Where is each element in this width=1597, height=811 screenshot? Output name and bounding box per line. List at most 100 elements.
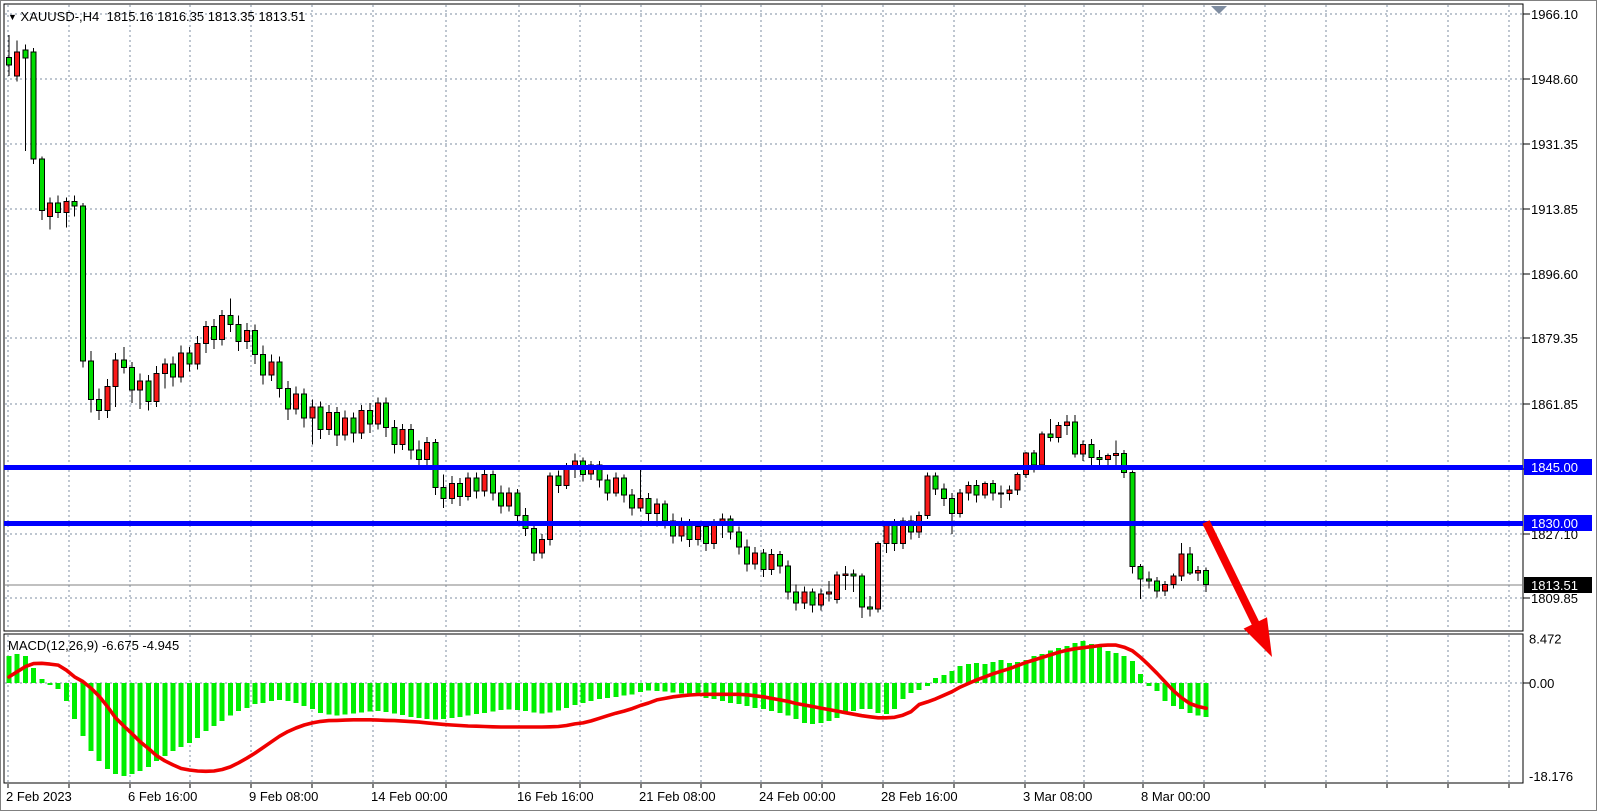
macd-histogram-bar (523, 683, 528, 711)
macd-histogram-bar (318, 683, 323, 713)
bull-candle-body (548, 476, 553, 540)
bear-candle-body (277, 362, 282, 388)
bull-candle-body (1105, 456, 1110, 460)
bear-candle-body (474, 478, 479, 491)
bull-candle-body (712, 525, 717, 544)
time-axis-label: 28 Feb 16:00 (881, 789, 958, 804)
macd-histogram-bar (1122, 656, 1127, 683)
macd-histogram-bar (449, 683, 454, 718)
macd-histogram-bar (572, 683, 577, 705)
macd-axis-label: 8.472 (1529, 632, 1562, 647)
bear-candle-body (441, 487, 446, 498)
bear-candle-body (171, 364, 176, 377)
macd-histogram-bar (548, 683, 553, 713)
macd-histogram-bar (827, 683, 832, 721)
bull-candle-body (654, 504, 659, 513)
macd-histogram-bar (884, 683, 889, 714)
bull-candle-body (195, 343, 200, 364)
time-axis-label: 24 Feb 00:00 (759, 789, 836, 804)
bull-candle-body (835, 575, 840, 599)
bull-candle-body (925, 476, 930, 515)
bear-candle-body (777, 555, 782, 566)
bear-candle-body (261, 355, 266, 376)
macd-histogram-bar (113, 683, 118, 774)
macd-histogram-bar (810, 683, 815, 724)
bull-candle-body (1056, 426, 1061, 438)
bear-candle-body (1146, 579, 1151, 581)
macd-histogram-bar (466, 683, 471, 716)
time-axis-label: 16 Feb 16:00 (517, 789, 594, 804)
macd-histogram-bar (892, 683, 897, 709)
macd-histogram-bar (146, 683, 151, 767)
bear-candle-body (515, 493, 520, 515)
macd-histogram-bar (343, 683, 348, 715)
macd-histogram-bar (408, 683, 413, 717)
bull-candle-body (1171, 576, 1176, 585)
macd-histogram-bar (589, 683, 594, 701)
bear-candle-body (1089, 444, 1094, 457)
bull-candle-body (482, 474, 487, 491)
bear-candle-body (630, 495, 635, 508)
bull-candle-body (105, 386, 110, 410)
bear-candle-body (605, 480, 610, 493)
bear-candle-body (1048, 434, 1053, 438)
macd-histogram-bar (433, 683, 438, 719)
bull-candle-body (982, 484, 987, 495)
macd-histogram-bar (499, 683, 504, 710)
bear-candle-body (212, 327, 217, 340)
bear-candle-body (80, 206, 85, 361)
bear-candle-body (622, 478, 627, 495)
chart-canvas[interactable]: 1845.001830.001966.101948.601931.351913.… (1, 1, 1597, 811)
bear-candle-body (7, 57, 12, 65)
bear-candle-body (794, 592, 799, 603)
bull-candle-body (138, 381, 143, 390)
macd-histogram-bar (630, 683, 635, 694)
symbol-period-label: XAUUSD-,H4 (21, 9, 100, 24)
macd-histogram-bar (138, 683, 143, 771)
bull-candle-body (343, 418, 348, 435)
bull-candle-body (958, 493, 963, 514)
bear-candle-body (704, 527, 709, 544)
bear-candle-body (285, 388, 290, 409)
bear-candle-body (810, 592, 815, 605)
bear-candle-body (417, 450, 422, 459)
macd-histogram-bar (490, 683, 495, 712)
macd-axis-label: -18.176 (1529, 769, 1573, 784)
bear-candle-body (950, 499, 955, 514)
collapse-icon[interactable]: ▼ (8, 12, 17, 22)
macd-histogram-bar (859, 683, 864, 709)
bear-candle-body (335, 413, 340, 435)
bull-candle-body (376, 403, 381, 424)
macd-histogram-bar (966, 664, 971, 683)
macd-histogram-bar (425, 683, 430, 719)
bear-candle-body (933, 476, 938, 489)
bull-candle-body (244, 330, 249, 341)
macd-histogram-bar (720, 683, 725, 701)
bull-candle-body (179, 353, 184, 377)
macd-histogram-bar (663, 683, 668, 692)
bear-candle-body (121, 360, 126, 368)
bull-candle-body (1114, 454, 1119, 456)
macd-histogram-bar (1155, 683, 1160, 691)
macd-histogram-bar (367, 683, 372, 712)
macd-histogram-bar (1187, 683, 1192, 713)
time-axis-label: 3 Mar 08:00 (1023, 789, 1092, 804)
bear-candle-body (1138, 567, 1143, 579)
horizontal-line-object[interactable] (4, 465, 1523, 470)
bull-candle-body (310, 407, 315, 418)
macd-histogram-bar (556, 683, 561, 711)
bull-candle-body (769, 555, 774, 570)
macd-histogram-bar (1007, 663, 1012, 683)
bear-candle-body (23, 50, 28, 58)
bull-candle-body (802, 592, 807, 603)
bear-candle-body (1073, 422, 1078, 454)
macd-histogram-bar (1146, 683, 1151, 686)
macd-histogram-bar (359, 683, 364, 713)
bull-candle-body (843, 574, 848, 575)
macd-histogram-bar (1089, 644, 1094, 683)
macd-histogram-bar (712, 683, 717, 699)
bear-candle-body (56, 203, 61, 212)
horizontal-line-object[interactable] (4, 521, 1523, 526)
bull-candle-body (876, 543, 881, 608)
macd-histogram-bar (56, 683, 61, 689)
